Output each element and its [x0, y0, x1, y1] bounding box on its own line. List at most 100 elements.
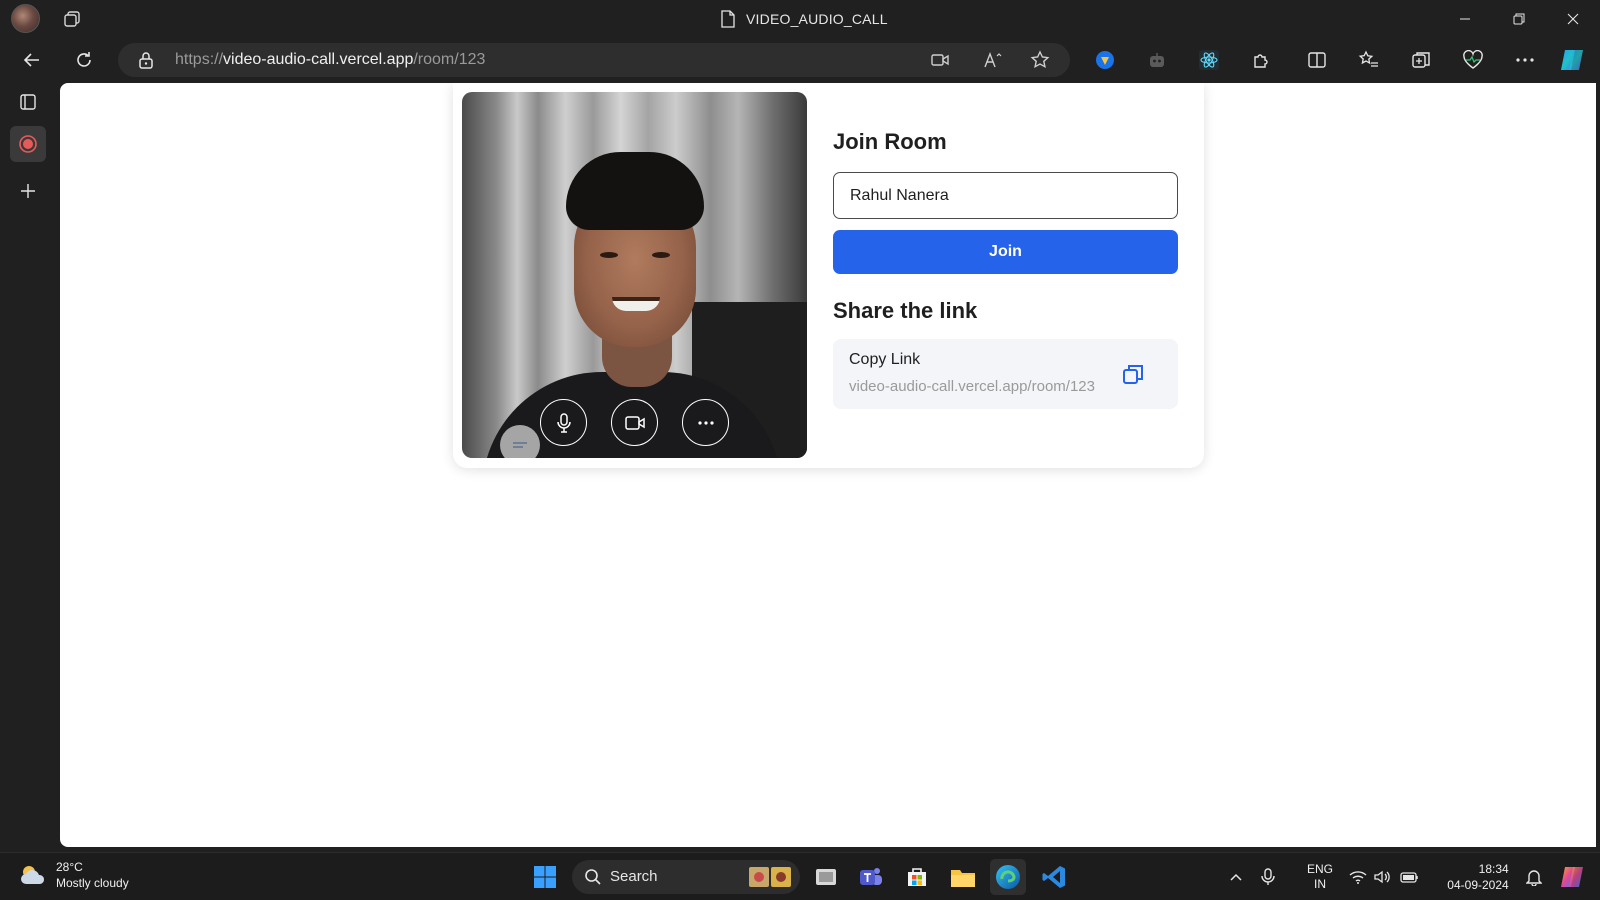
show-hidden-icons-button[interactable] — [1222, 853, 1250, 900]
copilot-icon — [1561, 50, 1583, 70]
favorites-list-icon — [1358, 50, 1378, 67]
cloud-icon — [21, 866, 45, 884]
edge-button[interactable] — [990, 859, 1026, 895]
video-controls — [462, 399, 807, 446]
url-text[interactable]: https://video-audio-call.vercel.app/room… — [175, 43, 485, 77]
copy-icon[interactable] — [1122, 363, 1144, 385]
more-icon — [697, 420, 714, 425]
search-highlight-icon — [749, 867, 791, 887]
taskbar-search[interactable]: Search — [572, 860, 800, 894]
restore-button[interactable] — [1492, 0, 1546, 38]
copy-link-box[interactable]: Copy Link video-audio-call.vercel.app/ro… — [833, 339, 1178, 409]
window-title: VIDEO_AUDIO_CALL — [746, 11, 888, 27]
back-button[interactable] — [18, 46, 46, 74]
workspaces-icon[interactable] — [62, 9, 82, 29]
refresh-icon — [77, 52, 91, 67]
start-button[interactable] — [527, 859, 563, 895]
favorites-button[interactable] — [1355, 46, 1383, 74]
tab-actions-button[interactable] — [10, 84, 46, 120]
minimize-icon — [1460, 18, 1470, 20]
search-label: Search — [610, 868, 658, 885]
document-icon — [721, 10, 735, 28]
task-view-button[interactable] — [808, 859, 844, 895]
store-icon — [908, 868, 926, 886]
camera-icon — [624, 415, 645, 430]
volume-tray-button[interactable] — [1371, 853, 1395, 900]
recording-dot-icon — [19, 135, 37, 153]
extensions-button[interactable] — [1247, 46, 1275, 74]
clock[interactable]: 18:34 04-09-2024 — [1438, 853, 1518, 900]
new-tab-button[interactable] — [10, 173, 46, 209]
lock-icon[interactable] — [134, 48, 158, 72]
extension-shield-button[interactable] — [1091, 46, 1119, 74]
robot-extension-icon — [1150, 53, 1164, 67]
weather-desc: Mostly cloudy — [56, 876, 129, 890]
bell-icon — [1526, 870, 1542, 886]
store-button[interactable] — [899, 859, 935, 895]
collections-button[interactable] — [1407, 46, 1435, 74]
window-title-area: VIDEO_AUDIO_CALL — [720, 0, 888, 38]
windows-logo-icon — [534, 866, 556, 888]
room-card: Join Room Join Share the link Copy Link … — [453, 83, 1204, 468]
microphone-icon — [1261, 868, 1275, 885]
vscode-icon — [1042, 866, 1065, 888]
shield-extension-icon — [1096, 51, 1114, 69]
file-explorer-button[interactable] — [945, 859, 981, 895]
react-devtools-icon — [1199, 50, 1219, 70]
window-controls — [1438, 0, 1600, 38]
plus-icon — [21, 184, 35, 198]
active-tab-recording[interactable] — [10, 126, 46, 162]
weather-widget[interactable]: 28°C Mostly cloudy — [18, 859, 129, 891]
copy-link-label: Copy Link — [849, 351, 921, 368]
copilot-button[interactable] — [1558, 46, 1586, 74]
search-icon — [585, 869, 601, 885]
refresh-button[interactable] — [70, 46, 98, 74]
more-menu-button[interactable] — [1511, 46, 1539, 74]
teams-icon — [860, 868, 882, 885]
extension-robot-button[interactable] — [1143, 46, 1171, 74]
copilot-taskbar-button[interactable] — [1556, 853, 1588, 900]
profile-avatar[interactable] — [11, 4, 40, 33]
teams-button[interactable] — [853, 859, 889, 895]
browser-essentials-button[interactable] — [1459, 46, 1487, 74]
weather-temp: 28°C — [56, 860, 83, 874]
mic-icon — [556, 412, 571, 433]
battery-tray-button[interactable] — [1398, 853, 1422, 900]
puzzle-icon — [1254, 54, 1268, 68]
close-icon — [1567, 13, 1579, 25]
mic-toggle-button[interactable] — [540, 399, 587, 446]
name-input[interactable] — [833, 172, 1178, 219]
copilot-taskbar-icon — [1561, 867, 1583, 887]
join-button[interactable]: Join — [833, 230, 1178, 274]
vscode-button[interactable] — [1036, 859, 1072, 895]
close-button[interactable] — [1546, 0, 1600, 38]
speaker-icon — [1374, 870, 1390, 884]
address-bar[interactable]: https://video-audio-call.vercel.app/room… — [118, 43, 1070, 77]
favorite-star-icon[interactable] — [1028, 48, 1052, 72]
camera-permission-icon[interactable] — [928, 48, 952, 72]
more-options-button[interactable] — [682, 399, 729, 446]
clock-date: 04-09-2024 — [1447, 878, 1509, 892]
wifi-icon — [1349, 871, 1367, 884]
read-aloud-icon[interactable] — [982, 48, 1006, 72]
video-preview — [462, 92, 807, 458]
edge-icon — [996, 865, 1020, 889]
split-screen-icon — [1308, 52, 1326, 68]
microphone-tray-button[interactable] — [1254, 853, 1282, 900]
room-link-text: video-audio-call.vercel.app/room/123 — [849, 378, 1095, 395]
tab-actions-icon — [20, 94, 36, 110]
clock-time: 18:34 — [1478, 862, 1509, 876]
split-screen-button[interactable] — [1303, 46, 1331, 74]
notifications-button[interactable] — [1522, 853, 1546, 900]
vertical-tabs-sidebar — [0, 82, 58, 848]
language-indicator[interactable]: ENG IN — [1300, 853, 1340, 900]
taskbar: 28°C Mostly cloudy Search ENG IN 18:34 0… — [0, 852, 1600, 900]
share-link-heading: Share the link — [833, 298, 978, 323]
extension-react-button[interactable] — [1195, 46, 1223, 74]
camera-toggle-button[interactable] — [611, 399, 658, 446]
browser-toolbar: https://video-audio-call.vercel.app/room… — [0, 38, 1600, 82]
minimize-button[interactable] — [1438, 0, 1492, 38]
back-arrow-icon — [23, 53, 39, 67]
wifi-tray-button[interactable] — [1346, 853, 1370, 900]
folder-icon — [951, 870, 975, 887]
